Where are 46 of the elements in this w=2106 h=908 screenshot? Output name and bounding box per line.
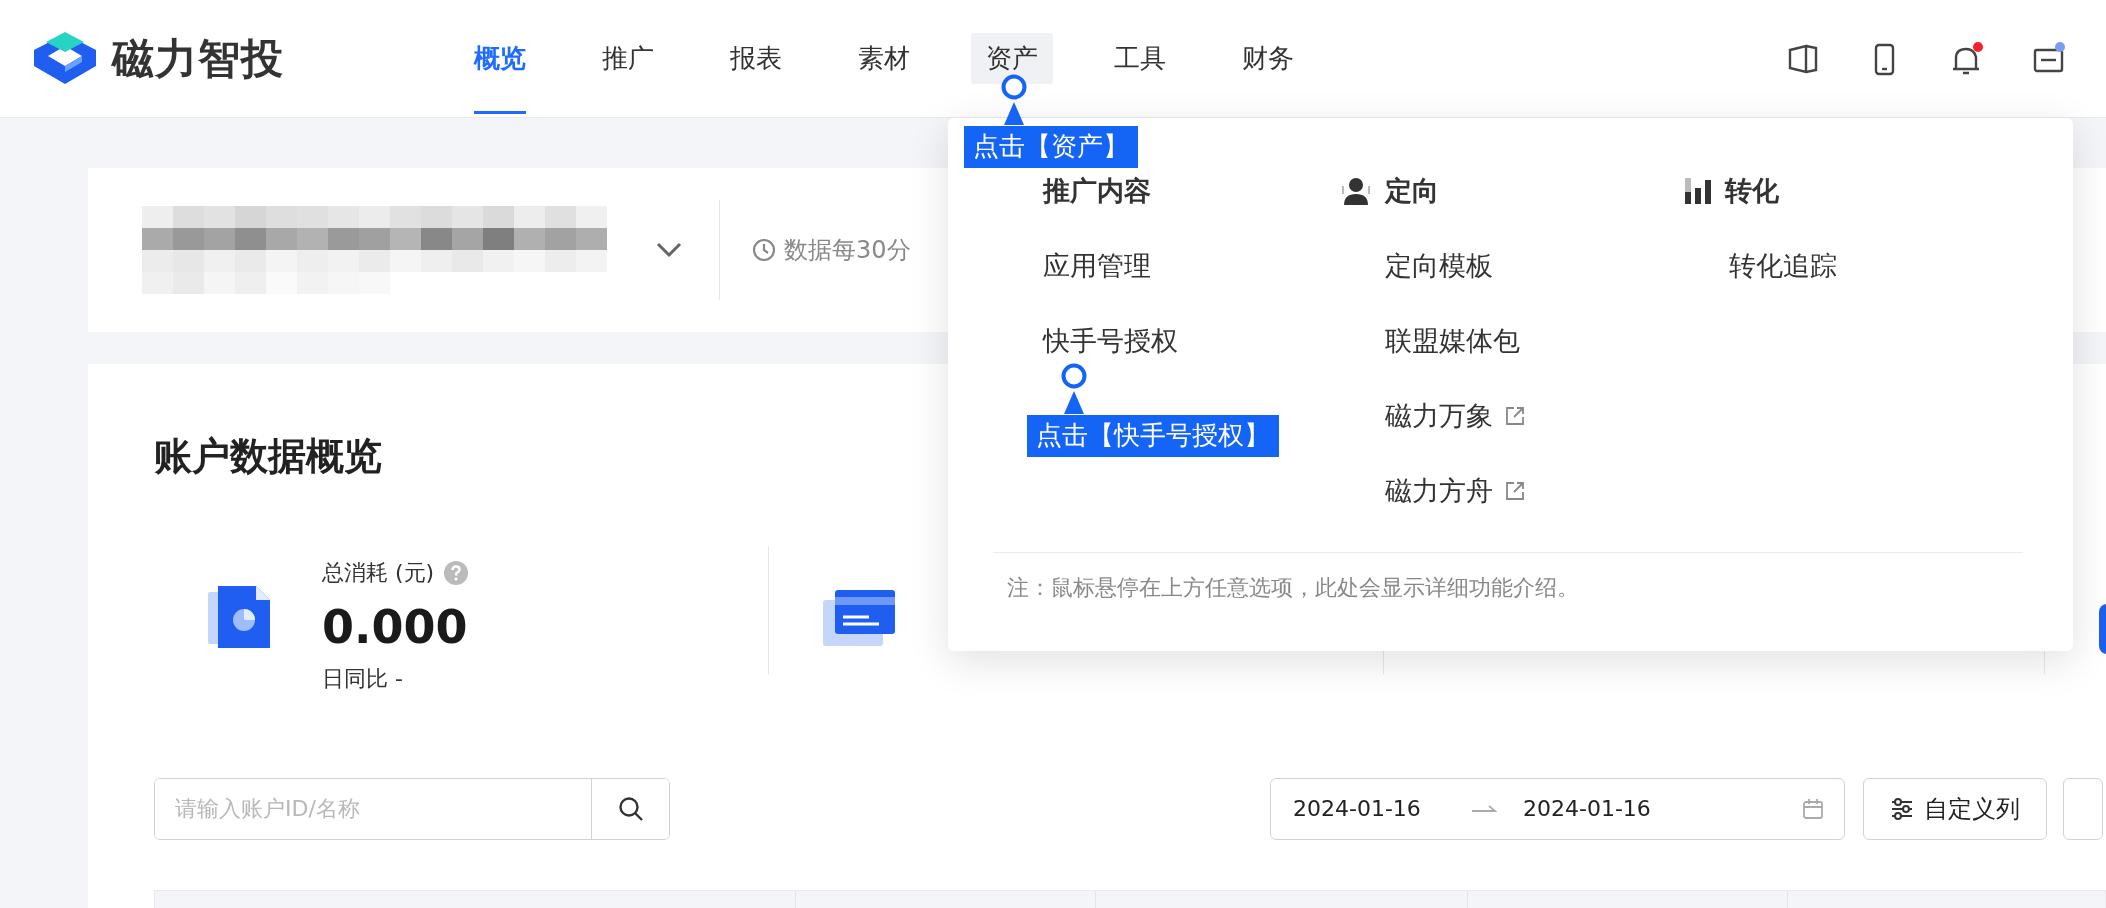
nav-tab[interactable]: 报表 (715, 33, 797, 84)
calendar-icon (1802, 797, 1824, 820)
brand-name: 磁力智投 (112, 32, 284, 85)
callout-label: 点击【快手号授权】 (1027, 415, 1279, 457)
menu-item[interactable]: 快手号授权 (1043, 324, 1386, 358)
chevron-down-icon[interactable] (655, 241, 683, 259)
section-title: 账户数据概览 (154, 434, 382, 480)
start-date: 2024-01-16 (1293, 796, 1422, 822)
menu-hint: 注：鼠标悬停在上方任意选项，此处会显示详细功能介绍。 (1007, 574, 1580, 602)
search-field[interactable]: 请输入账户ID/名称 (154, 777, 670, 840)
nav-tab[interactable]: 素材 (843, 33, 925, 84)
end-date: 2024-01-16 (1523, 796, 1652, 822)
external-link-icon (1505, 406, 1526, 426)
nav-tab[interactable]: 概览 (459, 33, 541, 84)
tab-underline (474, 111, 526, 114)
menu-item[interactable]: 联盟媒体包 (1385, 324, 1730, 358)
bar-chart-icon (1685, 178, 1712, 204)
stat-value: 0.000 (322, 601, 469, 653)
date-range-picker[interactable]: 2024-01-16 2024-01-16 (1270, 777, 1845, 840)
pointer-icon (1059, 363, 1089, 415)
nav-tab[interactable]: 资产 (971, 33, 1053, 84)
refresh-note: 数据每30分 (784, 235, 911, 266)
callout-label: 点击【资产】 (964, 126, 1138, 168)
menu-item[interactable]: 磁力方舟 (1385, 474, 1730, 508)
menu-item[interactable]: 定向模板 (1385, 249, 1730, 283)
menu-group-title: 定向 (1385, 174, 1440, 208)
nav-tab[interactable]: 推广 (587, 33, 669, 84)
nav-tab[interactable]: 财务 (1227, 33, 1309, 84)
clock-icon (752, 238, 776, 262)
custom-columns-button[interactable]: 自定义列 (1863, 777, 2047, 840)
document-icon (208, 585, 270, 648)
day-comparison: 日同比 - (322, 665, 404, 694)
menu-item[interactable]: 应用管理 (1043, 249, 1386, 283)
menu-item[interactable]: 磁力万象 (1385, 399, 1730, 433)
search-icon (617, 795, 644, 822)
logo-icon (32, 31, 98, 86)
bell-icon[interactable] (1950, 41, 1984, 76)
menu-group-title: 推广内容 (1043, 174, 1151, 208)
menu-group-title: 转化 (1725, 174, 1780, 208)
search-button[interactable] (591, 778, 669, 839)
stat-label: 总消耗 (元) (322, 558, 435, 587)
nav-tab[interactable]: 工具 (1099, 33, 1181, 84)
external-link-icon (1505, 481, 1526, 501)
person-icon (1341, 176, 1372, 206)
menu-item[interactable]: 转化追踪 (1729, 249, 2073, 283)
sliders-icon (1890, 797, 1914, 820)
